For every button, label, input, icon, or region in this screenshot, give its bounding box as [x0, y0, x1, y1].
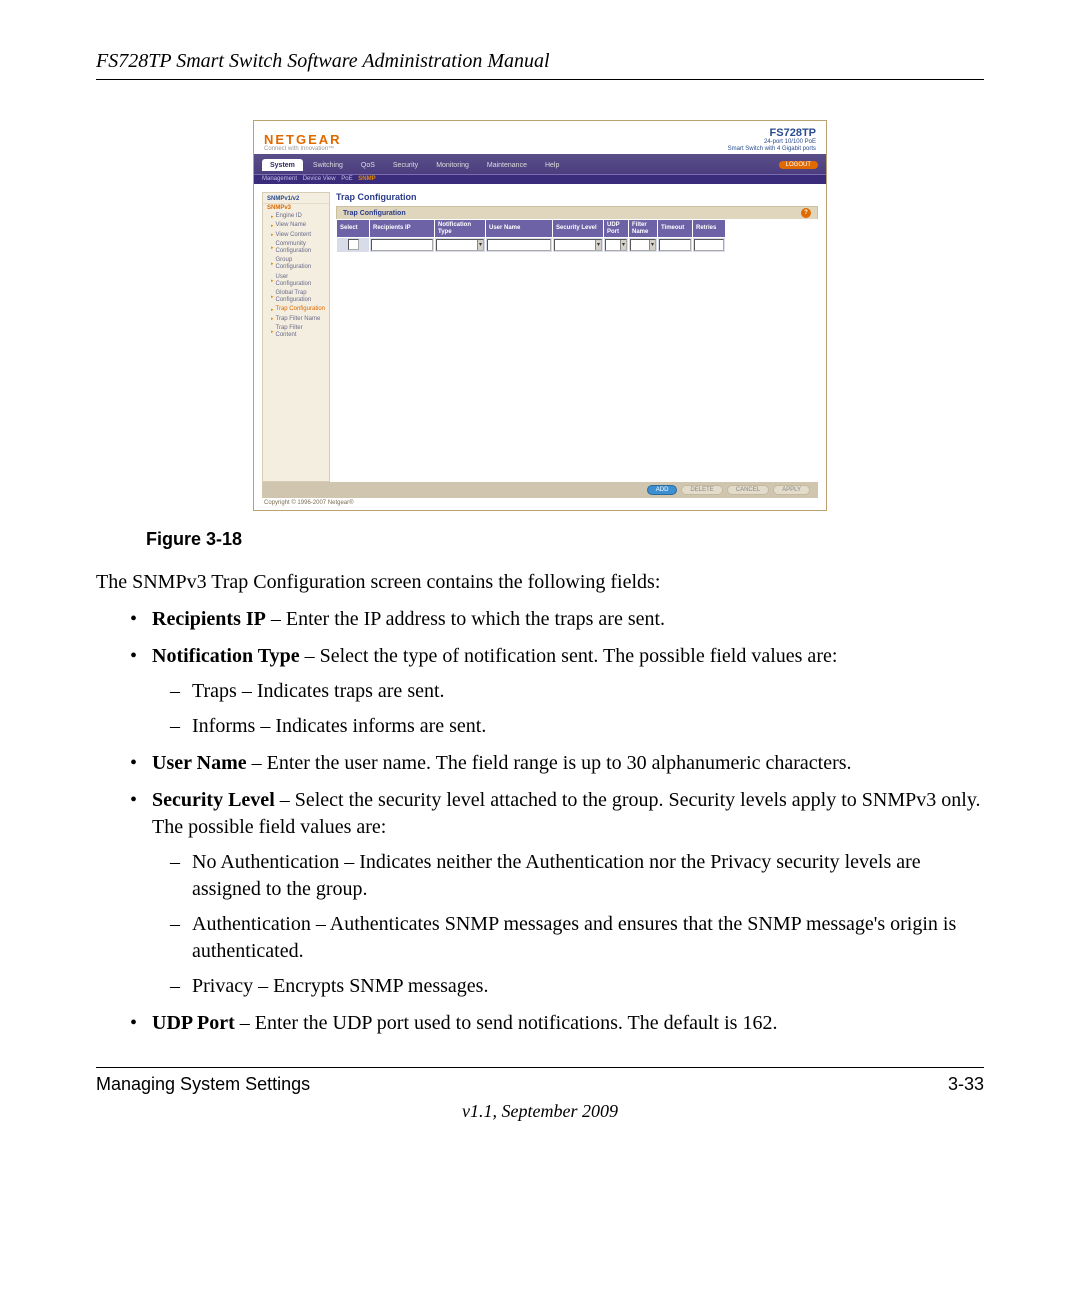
trap-table: Select Recipients IP Notification Type U…	[336, 219, 726, 253]
col-retries: Retries	[693, 220, 726, 238]
sidebar-item-trap-filter-name[interactable]: ▸Trap Filter Name	[263, 315, 329, 324]
copyright: Copyright © 1996-2007 Netgear®	[254, 498, 826, 510]
list-item: UDP Port – Enter the UDP port used to se…	[96, 1010, 984, 1037]
sidebar: SNMPv1/v2 SNMPv3 ▸Engine ID ▸View Name ▸…	[262, 192, 330, 482]
sidebar-item-community-config[interactable]: ▸Community Configuration	[263, 240, 329, 256]
intro-text: The SNMPv3 Trap Configuration screen con…	[96, 568, 984, 596]
sidebar-item-view-content[interactable]: ▸View Content	[263, 231, 329, 240]
footer-version: v1.1, September 2009	[96, 1101, 984, 1122]
running-header: FS728TP Smart Switch Software Administra…	[96, 50, 984, 80]
tab-qos[interactable]: QoS	[353, 159, 383, 171]
sidebar-item-global-trap-config[interactable]: ▸Global Trap Configuration	[263, 289, 329, 305]
footer-pagenum: 3-33	[948, 1074, 984, 1095]
sublist-item: Privacy – Encrypts SNMP messages.	[152, 973, 984, 1000]
sidebar-group-snmpv1v2[interactable]: SNMPv1/v2	[263, 195, 329, 203]
help-icon[interactable]: ?	[801, 208, 811, 218]
add-button[interactable]: ADD	[647, 485, 678, 495]
tagline: Connect with Innovation™	[264, 146, 342, 152]
filter-name-select[interactable]	[630, 239, 656, 251]
select-checkbox[interactable]	[348, 239, 359, 250]
brand-block: NETGEAR Connect with Innovation™	[264, 132, 342, 152]
sidebar-group-snmpv3[interactable]: SNMPv3	[263, 203, 329, 212]
tab-security[interactable]: Security	[385, 159, 426, 171]
field-list: Recipients IP – Enter the IP address to …	[96, 606, 984, 1037]
col-timeout: Timeout	[658, 220, 693, 238]
col-user-name: User Name	[486, 220, 553, 238]
col-udp-port: UDP Port	[604, 220, 629, 238]
list-item: Security Level – Select the security lev…	[96, 787, 984, 1000]
sublist-item: Authentication – Authenticates SNMP mess…	[152, 911, 984, 965]
tab-switching[interactable]: Switching	[305, 159, 351, 171]
figure-caption: Figure 3-18	[146, 529, 984, 550]
subnav-poe[interactable]: PoE	[341, 176, 352, 182]
list-item: User Name – Enter the user name. The fie…	[96, 750, 984, 777]
recipients-ip-input[interactable]	[371, 239, 433, 251]
sub-nav: Management Device View PoE SNMP	[254, 174, 826, 184]
panel-title: Trap Configuration	[336, 192, 818, 202]
timeout-input[interactable]	[659, 239, 691, 251]
device-info: FS728TP 24-port 10/100 PoE Smart Switch …	[728, 127, 816, 152]
subnav-device-view[interactable]: Device View	[303, 176, 336, 182]
subnav-snmp[interactable]: SNMP	[358, 176, 375, 182]
table-row	[337, 237, 726, 252]
col-notification-type: Notification Type	[435, 220, 486, 238]
table-header-row: Select Recipients IP Notification Type U…	[337, 220, 726, 238]
logout-button[interactable]: LOGOUT	[779, 161, 818, 169]
page-footer: Managing System Settings 3-33 v1.1, Sept…	[96, 1067, 984, 1122]
footer-section: Managing System Settings	[96, 1074, 310, 1095]
col-security-level: Security Level	[553, 220, 604, 238]
sidebar-item-group-config[interactable]: ▸Group Configuration	[263, 256, 329, 272]
col-recipients-ip: Recipients IP	[370, 220, 435, 238]
tab-system[interactable]: System	[262, 159, 303, 171]
sidebar-item-engine-id[interactable]: ▸Engine ID	[263, 212, 329, 221]
col-filter-name: Filter Name	[629, 220, 658, 238]
panel-header: Trap Configuration ?	[336, 206, 818, 219]
apply-button[interactable]: APPLY	[773, 485, 810, 495]
tab-help[interactable]: Help	[537, 159, 567, 171]
tab-maintenance[interactable]: Maintenance	[479, 159, 535, 171]
sidebar-item-view-name[interactable]: ▸View Name	[263, 221, 329, 230]
delete-button[interactable]: DELETE	[681, 485, 722, 495]
sublist-item: Traps – Indicates traps are sent.	[152, 678, 984, 705]
list-item: Recipients IP – Enter the IP address to …	[96, 606, 984, 633]
col-select: Select	[337, 220, 370, 238]
screenshot-footer: ADD DELETE CANCEL APPLY	[262, 482, 818, 498]
sidebar-item-trap-config[interactable]: ▸Trap Configuration	[263, 305, 329, 314]
sublist-item: Informs – Indicates informs are sent.	[152, 713, 984, 740]
list-item: Notification Type – Select the type of n…	[96, 643, 984, 740]
tab-monitoring[interactable]: Monitoring	[428, 159, 477, 171]
notification-type-select[interactable]	[436, 239, 484, 251]
main-panel: Trap Configuration Trap Configuration ? …	[336, 192, 818, 482]
screenshot: NETGEAR Connect with Innovation™ FS728TP…	[253, 120, 827, 511]
sidebar-item-user-config[interactable]: ▸User Configuration	[263, 273, 329, 289]
udp-port-select[interactable]	[605, 239, 627, 251]
subnav-management[interactable]: Management	[262, 176, 297, 182]
main-tabs: System Switching QoS Security Monitoring…	[254, 154, 826, 174]
cancel-button[interactable]: CANCEL	[727, 485, 769, 495]
sublist-item: No Authentication – Indicates neither th…	[152, 849, 984, 903]
security-level-select[interactable]	[554, 239, 602, 251]
sidebar-item-trap-filter-content[interactable]: ▸Trap Filter Content	[263, 324, 329, 340]
retries-input[interactable]	[694, 239, 724, 251]
user-name-input[interactable]	[487, 239, 551, 251]
